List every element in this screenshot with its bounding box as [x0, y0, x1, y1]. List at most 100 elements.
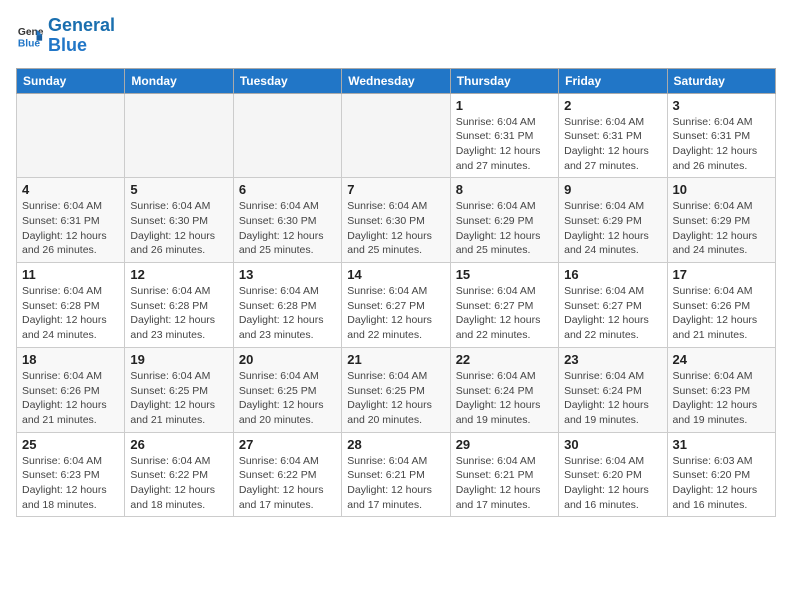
day-number: 6 [239, 182, 336, 197]
day-info: Sunrise: 6:04 AMSunset: 6:31 PMDaylight:… [564, 115, 661, 174]
day-info: Sunrise: 6:04 AMSunset: 6:23 PMDaylight:… [673, 369, 770, 428]
weekday-header-saturday: Saturday [667, 68, 775, 93]
day-number: 18 [22, 352, 119, 367]
calendar-cell [125, 93, 233, 178]
day-number: 26 [130, 437, 227, 452]
day-info: Sunrise: 6:04 AMSunset: 6:27 PMDaylight:… [347, 284, 444, 343]
day-number: 14 [347, 267, 444, 282]
calendar-cell: 23 Sunrise: 6:04 AMSunset: 6:24 PMDayligh… [559, 347, 667, 432]
calendar-cell: 15Sunrise: 6:04 AMSunset: 6:27 PMDayligh… [450, 263, 558, 348]
day-info: Sunrise: 6:04 AMSunset: 6:30 PMDaylight:… [347, 199, 444, 258]
weekday-header-friday: Friday [559, 68, 667, 93]
calendar-cell: 27Sunrise: 6:04 AMSunset: 6:22 PMDayligh… [233, 432, 341, 517]
day-number: 24 [673, 352, 770, 367]
weekday-header-tuesday: Tuesday [233, 68, 341, 93]
calendar-cell: 13 Sunrise: 6:04 AMSunset: 6:28 PMDayligh… [233, 263, 341, 348]
calendar-cell [233, 93, 341, 178]
calendar-cell: 8Sunrise: 6:04 AMSunset: 6:29 PMDaylight… [450, 178, 558, 263]
day-number: 27 [239, 437, 336, 452]
calendar-cell: 29 Sunrise: 6:04 AMSunset: 6:21 PMDayligh… [450, 432, 558, 517]
day-number: 19 [130, 352, 227, 367]
day-info: Sunrise: 6:04 AMSunset: 6:27 PMDaylight:… [456, 284, 553, 343]
day-info: Sunrise: 6:04 AMSunset: 6:24 PMDaylight:… [564, 369, 661, 428]
day-info: Sunrise: 6:04 AMSunset: 6:27 PMDaylight:… [564, 284, 661, 343]
calendar-cell: 3 Sunrise: 6:04 AMSunset: 6:31 PMDaylight… [667, 93, 775, 178]
calendar-cell: 14 Sunrise: 6:04 AMSunset: 6:27 PMDayligh… [342, 263, 450, 348]
day-number: 2 [564, 98, 661, 113]
day-info: Sunrise: 6:04 AMSunset: 6:31 PMDaylight:… [22, 199, 119, 258]
day-info: Sunrise: 6:04 AMSunset: 6:29 PMDaylight:… [564, 199, 661, 258]
calendar-cell: 22 Sunrise: 6:04 AMSunset: 6:24 PMDayligh… [450, 347, 558, 432]
calendar-cell: 18 Sunrise: 6:04 AMSunset: 6:26 PMDayligh… [17, 347, 125, 432]
day-number: 11 [22, 267, 119, 282]
logo: General Blue General Blue [16, 16, 115, 56]
day-number: 3 [673, 98, 770, 113]
day-number: 30 [564, 437, 661, 452]
day-number: 12 [130, 267, 227, 282]
day-info: Sunrise: 6:04 AMSunset: 6:30 PMDaylight:… [130, 199, 227, 258]
day-info: Sunrise: 6:04 AMSunset: 6:24 PMDaylight:… [456, 369, 553, 428]
day-number: 23 [564, 352, 661, 367]
day-number: 1 [456, 98, 553, 113]
calendar-week-row: 4 Sunrise: 6:04 AMSunset: 6:31 PMDaylight… [17, 178, 776, 263]
calendar-cell: 6 Sunrise: 6:04 AMSunset: 6:30 PMDaylight… [233, 178, 341, 263]
logo-icon: General Blue [16, 22, 44, 50]
day-info: Sunrise: 6:04 AMSunset: 6:30 PMDaylight:… [239, 199, 336, 258]
day-info: Sunrise: 6:04 AMSunset: 6:28 PMDaylight:… [239, 284, 336, 343]
day-info: Sunrise: 6:04 AMSunset: 6:22 PMDaylight:… [130, 454, 227, 513]
calendar-cell: 16 Sunrise: 6:04 AMSunset: 6:27 PMDayligh… [559, 263, 667, 348]
day-info: Sunrise: 6:04 AMSunset: 6:26 PMDaylight:… [673, 284, 770, 343]
calendar-cell: 7 Sunrise: 6:04 AMSunset: 6:30 PMDaylight… [342, 178, 450, 263]
weekday-header-thursday: Thursday [450, 68, 558, 93]
calendar-cell: 2 Sunrise: 6:04 AMSunset: 6:31 PMDaylight… [559, 93, 667, 178]
calendar-cell [342, 93, 450, 178]
calendar-cell: 19 Sunrise: 6:04 AMSunset: 6:25 PMDayligh… [125, 347, 233, 432]
day-number: 16 [564, 267, 661, 282]
day-info: Sunrise: 6:04 AMSunset: 6:29 PMDaylight:… [673, 199, 770, 258]
day-number: 29 [456, 437, 553, 452]
day-number: 22 [456, 352, 553, 367]
day-number: 31 [673, 437, 770, 452]
calendar-cell: 20 Sunrise: 6:04 AMSunset: 6:25 PMDayligh… [233, 347, 341, 432]
calendar-week-row: 1 Sunrise: 6:04 AMSunset: 6:31 PMDaylight… [17, 93, 776, 178]
calendar-cell: 12Sunrise: 6:04 AMSunset: 6:28 PMDayligh… [125, 263, 233, 348]
day-number: 25 [22, 437, 119, 452]
calendar-cell: 5 Sunrise: 6:04 AMSunset: 6:30 PMDaylight… [125, 178, 233, 263]
day-number: 17 [673, 267, 770, 282]
day-info: Sunrise: 6:04 AMSunset: 6:25 PMDaylight:… [347, 369, 444, 428]
day-number: 9 [564, 182, 661, 197]
day-info: Sunrise: 6:04 AMSunset: 6:29 PMDaylight:… [456, 199, 553, 258]
day-number: 4 [22, 182, 119, 197]
weekday-header-wednesday: Wednesday [342, 68, 450, 93]
calendar-week-row: 18 Sunrise: 6:04 AMSunset: 6:26 PMDayligh… [17, 347, 776, 432]
day-info: Sunrise: 6:04 AMSunset: 6:25 PMDaylight:… [239, 369, 336, 428]
day-number: 28 [347, 437, 444, 452]
calendar-cell: 31 Sunrise: 6:03 AMSunset: 6:20 PMDayligh… [667, 432, 775, 517]
day-number: 5 [130, 182, 227, 197]
day-info: Sunrise: 6:04 AMSunset: 6:21 PMDaylight:… [347, 454, 444, 513]
day-info: Sunrise: 6:03 AMSunset: 6:20 PMDaylight:… [673, 454, 770, 513]
day-number: 10 [673, 182, 770, 197]
calendar-cell: 1 Sunrise: 6:04 AMSunset: 6:31 PMDaylight… [450, 93, 558, 178]
calendar-cell: 26 Sunrise: 6:04 AMSunset: 6:22 PMDayligh… [125, 432, 233, 517]
weekday-header-monday: Monday [125, 68, 233, 93]
day-info: Sunrise: 6:04 AMSunset: 6:31 PMDaylight:… [673, 115, 770, 174]
day-info: Sunrise: 6:04 AMSunset: 6:31 PMDaylight:… [456, 115, 553, 174]
day-number: 21 [347, 352, 444, 367]
weekday-header-row: SundayMondayTuesdayWednesdayThursdayFrid… [17, 68, 776, 93]
day-info: Sunrise: 6:04 AMSunset: 6:28 PMDaylight:… [22, 284, 119, 343]
calendar-cell: 30Sunrise: 6:04 AMSunset: 6:20 PMDayligh… [559, 432, 667, 517]
logo-text: General Blue [48, 16, 115, 56]
day-info: Sunrise: 6:04 AMSunset: 6:21 PMDaylight:… [456, 454, 553, 513]
calendar-cell: 10 Sunrise: 6:04 AMSunset: 6:29 PMDayligh… [667, 178, 775, 263]
day-number: 7 [347, 182, 444, 197]
page-header: General Blue General Blue [16, 16, 776, 56]
calendar-cell: 28 Sunrise: 6:04 AMSunset: 6:21 PMDayligh… [342, 432, 450, 517]
day-number: 13 [239, 267, 336, 282]
calendar-cell: 17 Sunrise: 6:04 AMSunset: 6:26 PMDayligh… [667, 263, 775, 348]
calendar-table: SundayMondayTuesdayWednesdayThursdayFrid… [16, 68, 776, 518]
calendar-cell: 9 Sunrise: 6:04 AMSunset: 6:29 PMDaylight… [559, 178, 667, 263]
day-info: Sunrise: 6:04 AMSunset: 6:25 PMDaylight:… [130, 369, 227, 428]
day-number: 20 [239, 352, 336, 367]
day-info: Sunrise: 6:04 AMSunset: 6:26 PMDaylight:… [22, 369, 119, 428]
